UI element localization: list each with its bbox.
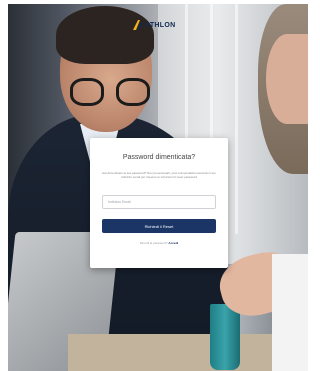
background-blind — [235, 4, 238, 234]
card-footer: Ricordi la password? Accedi — [102, 241, 216, 245]
password-reset-card: Password dimenticata? Hai dimenticato la… — [90, 138, 228, 268]
background-glasses — [70, 78, 158, 106]
athlon-logo-icon — [133, 20, 143, 30]
footer-text: Ricordi la password? — [139, 241, 168, 245]
login-link[interactable]: Accedi — [168, 241, 178, 245]
reset-request-button[interactable]: Richiedi il Reset — [102, 219, 216, 233]
brand-logo: ATHLON — [133, 18, 175, 32]
background-woman-face — [266, 34, 308, 124]
card-description: Hai dimenticato la tua password? Non pre… — [102, 171, 216, 179]
card-title: Password dimenticata? — [122, 154, 196, 161]
background-cup — [210, 304, 240, 370]
background-sleeve — [272, 254, 308, 371]
background-man-hair — [56, 6, 154, 64]
brand-logo-text: ATHLON — [145, 21, 176, 29]
email-field[interactable] — [102, 195, 216, 209]
